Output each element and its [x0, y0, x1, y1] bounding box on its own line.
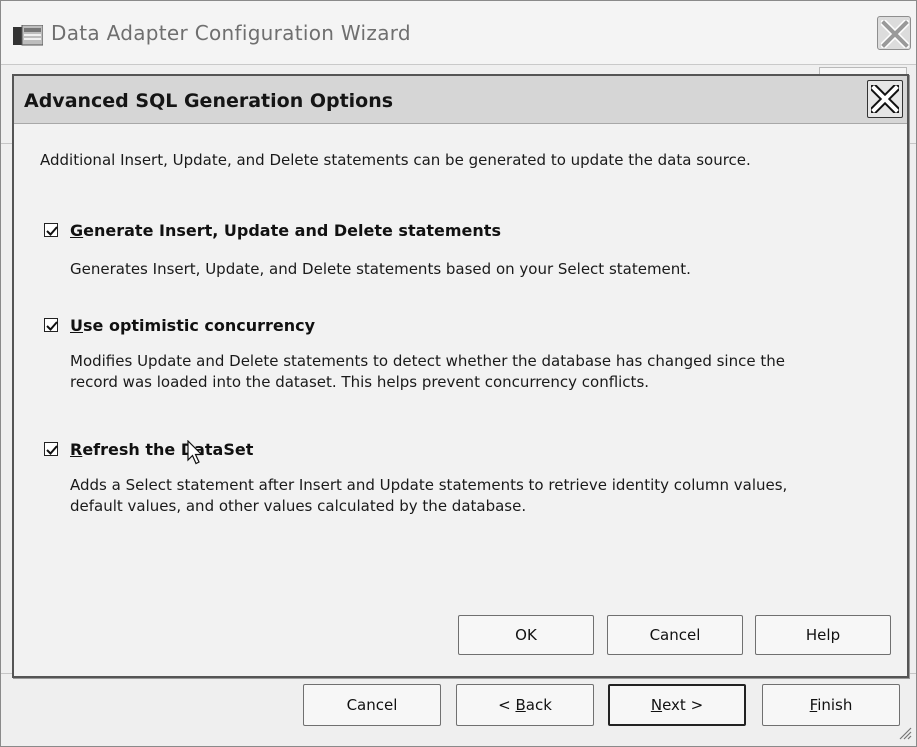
- optimistic-concurrency-description-line1: Modifies Update and Delete statements to…: [70, 352, 785, 370]
- close-icon: [871, 85, 899, 113]
- generate-statements-description: Generates Insert, Update, and Delete sta…: [70, 260, 691, 278]
- wizard-title: Data Adapter Configuration Wizard: [51, 21, 411, 45]
- checkmark-icon: [46, 321, 58, 331]
- ok-button[interactable]: OK: [458, 615, 594, 655]
- refresh-dataset-label[interactable]: Refresh the DataSet: [70, 440, 253, 459]
- dialog-cancel-button[interactable]: Cancel: [607, 615, 743, 655]
- refresh-dataset-checkbox[interactable]: [44, 442, 58, 456]
- help-button[interactable]: Help: [755, 615, 891, 655]
- optimistic-concurrency-description-line2: record was loaded into the dataset. This…: [70, 373, 650, 391]
- wizard-next-label: Next >: [650, 696, 704, 714]
- generate-statements-checkbox[interactable]: [44, 223, 58, 237]
- generate-statements-label[interactable]: Generate Insert, Update and Delete state…: [70, 221, 501, 240]
- wizard-finish-button[interactable]: Finish: [762, 684, 900, 726]
- close-icon: [881, 20, 909, 48]
- wizard-back-button[interactable]: < Back: [456, 684, 594, 726]
- dialog-titlebar: Advanced SQL Generation Options: [14, 76, 907, 124]
- dialog-title: Advanced SQL Generation Options: [24, 90, 394, 112]
- checkmark-icon: [46, 445, 58, 455]
- optimistic-concurrency-checkbox[interactable]: [44, 318, 58, 332]
- intro-text: Additional Insert, Update, and Delete st…: [40, 151, 751, 169]
- wizard-next-button[interactable]: Next >: [608, 684, 746, 726]
- refresh-dataset-description-line2: default values, and other values calcula…: [70, 497, 527, 515]
- optimistic-concurrency-label[interactable]: Use optimistic concurrency: [70, 316, 315, 335]
- refresh-dataset-description-line1: Adds a Select statement after Insert and…: [70, 476, 788, 494]
- ok-label: OK: [515, 626, 537, 644]
- wizard-finish-label: Finish: [809, 696, 853, 714]
- wizard-back-label: < Back: [498, 696, 552, 714]
- wizard-close-button[interactable]: [877, 16, 911, 50]
- help-label: Help: [805, 626, 841, 644]
- wizard-cancel-label: Cancel: [346, 696, 398, 714]
- wizard-app-icon: [13, 24, 44, 47]
- wizard-titlebar: Data Adapter Configuration Wizard: [1, 1, 916, 65]
- dialog-cancel-label: Cancel: [649, 626, 701, 644]
- dialog-close-button[interactable]: [867, 80, 903, 118]
- wizard-cancel-button[interactable]: Cancel: [303, 684, 441, 726]
- mouse-pointer-icon: [187, 439, 203, 470]
- resize-grip-icon[interactable]: [897, 725, 913, 745]
- checkmark-icon: [46, 226, 58, 236]
- advanced-sql-options-dialog: Advanced SQL Generation Options Addition…: [12, 74, 909, 678]
